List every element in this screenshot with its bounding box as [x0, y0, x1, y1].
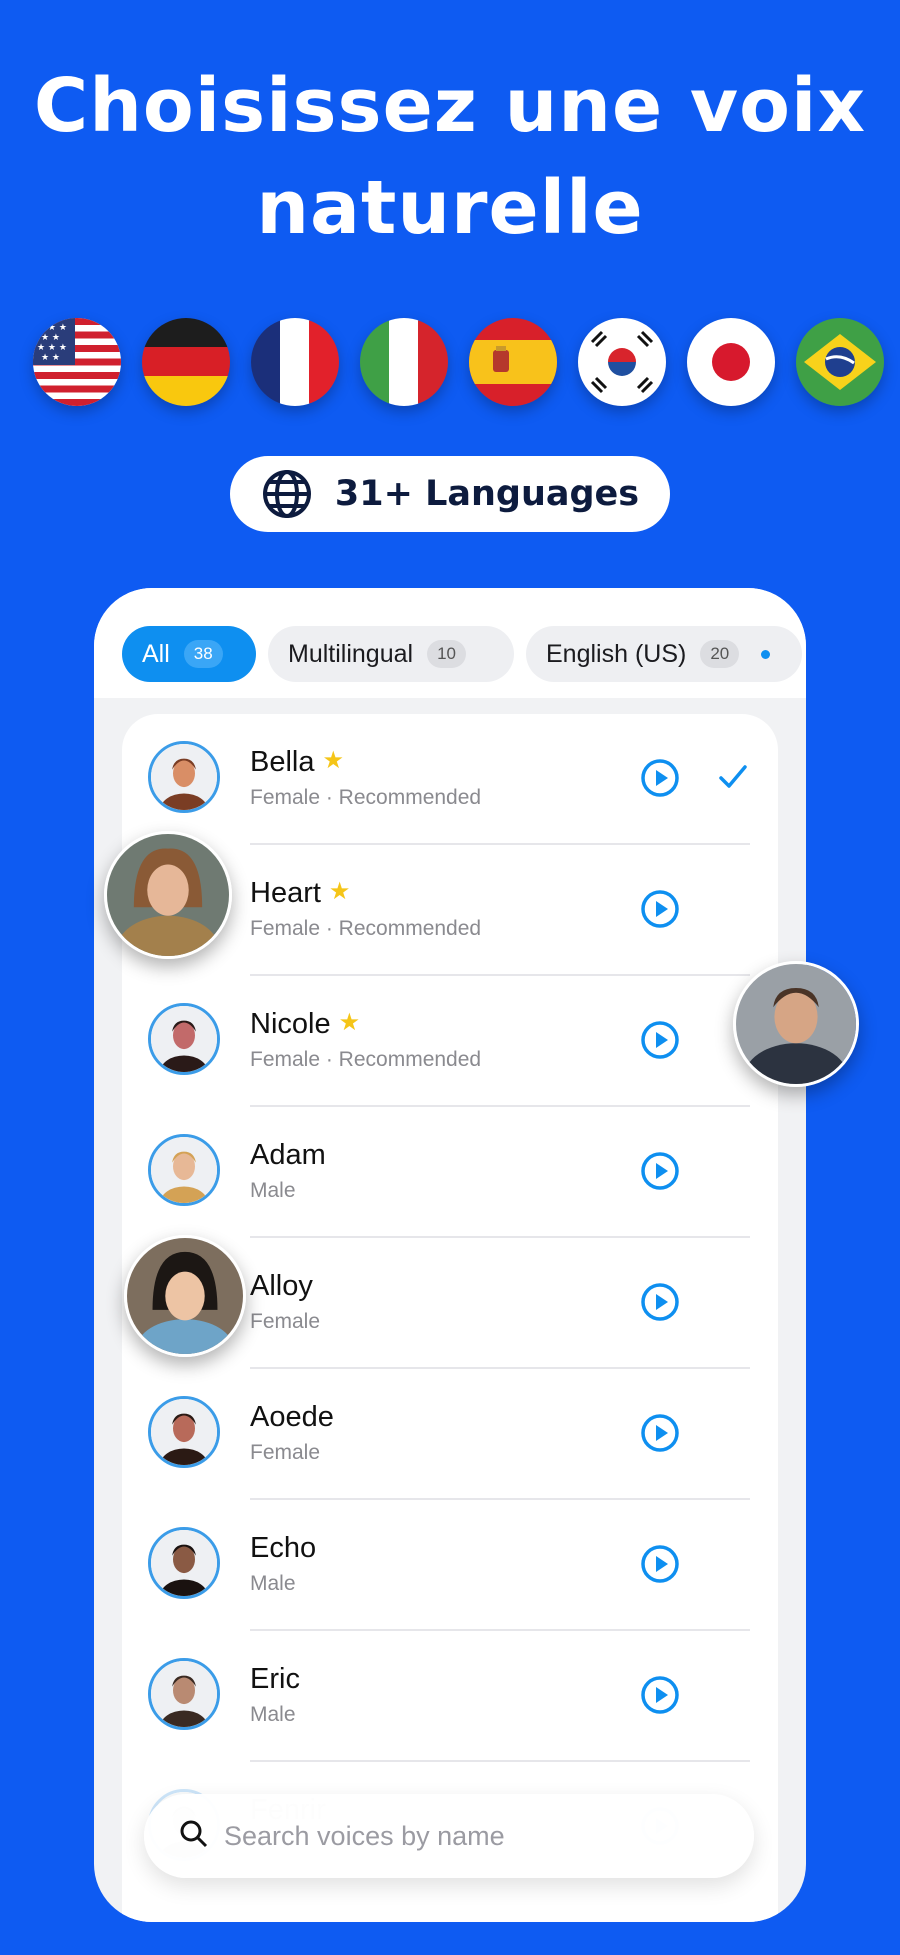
filter-chip-label: English (US)	[546, 639, 687, 668]
headline: Choisissez une voix naturelle	[0, 55, 900, 259]
voice-name: Bella ★	[250, 746, 344, 779]
svg-text:★ ★ ★: ★ ★ ★	[37, 323, 67, 333]
star-icon: ★	[338, 1009, 361, 1036]
voice-row-echo[interactable]: Echo Male	[122, 1500, 778, 1631]
language-flags: ★ ★ ★ ★ ★ ★ ★ ★ ★ ★	[0, 318, 900, 408]
floating-avatar-alloy	[124, 1235, 246, 1357]
unread-dot	[761, 649, 771, 659]
floating-avatar-heart	[104, 831, 232, 959]
voice-detail: Male	[250, 1179, 296, 1202]
play-icon[interactable]	[640, 1151, 680, 1191]
voice-name: Aoede	[250, 1401, 334, 1434]
languages-label: 31+ Languages	[334, 474, 640, 514]
voice-name-text: Bella	[250, 746, 315, 778]
flag-japan-icon	[687, 318, 775, 406]
flag-spain-icon	[469, 318, 557, 406]
avatar	[148, 1396, 220, 1468]
voice-detail: Female	[250, 1441, 321, 1464]
filter-chip-count: 20	[700, 640, 740, 668]
filter-chip-count: 38	[183, 640, 223, 668]
star-icon: ★	[322, 747, 345, 774]
flag-korea-icon	[578, 318, 666, 406]
voice-name-text: Nicole	[250, 1008, 331, 1040]
voice-name-text: Echo	[250, 1532, 317, 1564]
avatar	[148, 1527, 220, 1599]
checkmark-icon	[716, 760, 750, 794]
voice-name-text: Heart	[250, 877, 321, 909]
voice-name: Nicole ★	[250, 1008, 360, 1041]
filter-chip-count: 10	[427, 640, 466, 668]
play-icon[interactable]	[640, 1282, 680, 1322]
play-icon[interactable]	[640, 758, 680, 798]
voice-detail: Female · Recommended	[250, 1048, 482, 1071]
filter-chip-all[interactable]: All 38	[122, 626, 256, 682]
voice-row-bella[interactable]: Bella ★ Female · Recommended	[122, 714, 778, 845]
svg-text:★ ★ ★: ★ ★ ★	[37, 343, 67, 353]
voice-name: Heart ★	[250, 877, 350, 910]
avatar	[148, 1658, 220, 1730]
play-icon[interactable]	[640, 1020, 680, 1060]
filter-bar: All 38 Multilingual 10 English (US) 20	[94, 588, 806, 698]
voice-name: Adam	[250, 1139, 326, 1172]
flag-italy-icon	[360, 318, 448, 406]
voice-row-adam[interactable]: Adam Male	[122, 1107, 778, 1238]
headline-line-2: naturelle	[256, 165, 644, 251]
search-input[interactable]: Search voices by name	[224, 1821, 505, 1852]
voice-detail: Female · Recommended	[250, 917, 482, 940]
headline-line-1: Choisissez une voix	[33, 63, 867, 149]
voice-name-text: Adam	[250, 1139, 326, 1171]
languages-badge: 31+ Languages	[230, 456, 670, 532]
voice-name-text: Alloy	[250, 1270, 313, 1302]
voice-name: Alloy	[250, 1270, 313, 1303]
filter-chip-label: All	[142, 639, 170, 668]
voice-detail: Female · Recommended	[250, 786, 482, 809]
filter-chip-multilingual[interactable]: Multilingual 10	[268, 626, 514, 682]
star-icon: ★	[328, 878, 351, 905]
voice-detail: Male	[250, 1572, 296, 1595]
play-icon[interactable]	[640, 889, 680, 929]
svg-text:★ ★: ★ ★	[41, 333, 60, 343]
flag-france-icon	[251, 318, 339, 406]
voice-detail: Male	[250, 1703, 296, 1726]
voice-detail: Female	[250, 1310, 321, 1333]
svg-text:★ ★: ★ ★	[41, 353, 60, 363]
voice-row-aoede[interactable]: Aoede Female	[122, 1369, 778, 1500]
voice-row-nicole[interactable]: Nicole ★ Female · Recommended	[122, 976, 778, 1107]
avatar	[148, 741, 220, 813]
flag-us-icon: ★ ★ ★ ★ ★ ★ ★ ★ ★ ★	[33, 318, 121, 406]
flag-germany-icon	[142, 318, 230, 406]
flag-brazil-icon	[796, 318, 884, 406]
globe-icon	[261, 468, 313, 520]
voice-name-text: Aoede	[250, 1401, 334, 1433]
play-icon[interactable]	[640, 1413, 680, 1453]
voice-name: Echo	[250, 1532, 316, 1565]
search-icon	[178, 1818, 210, 1855]
avatar	[148, 1003, 220, 1075]
floating-avatar-male	[733, 961, 859, 1087]
filter-chip-english-us[interactable]: English (US) 20	[526, 626, 802, 682]
voice-name: Eric	[250, 1663, 300, 1696]
play-icon[interactable]	[640, 1675, 680, 1715]
voice-row-eric[interactable]: Eric Male	[122, 1631, 778, 1762]
play-icon[interactable]	[640, 1544, 680, 1584]
avatar	[148, 1134, 220, 1206]
voice-name-text: Eric	[250, 1663, 300, 1695]
filter-chip-label: Multilingual	[288, 639, 414, 668]
search-bar[interactable]: Search voices by name	[144, 1794, 754, 1878]
